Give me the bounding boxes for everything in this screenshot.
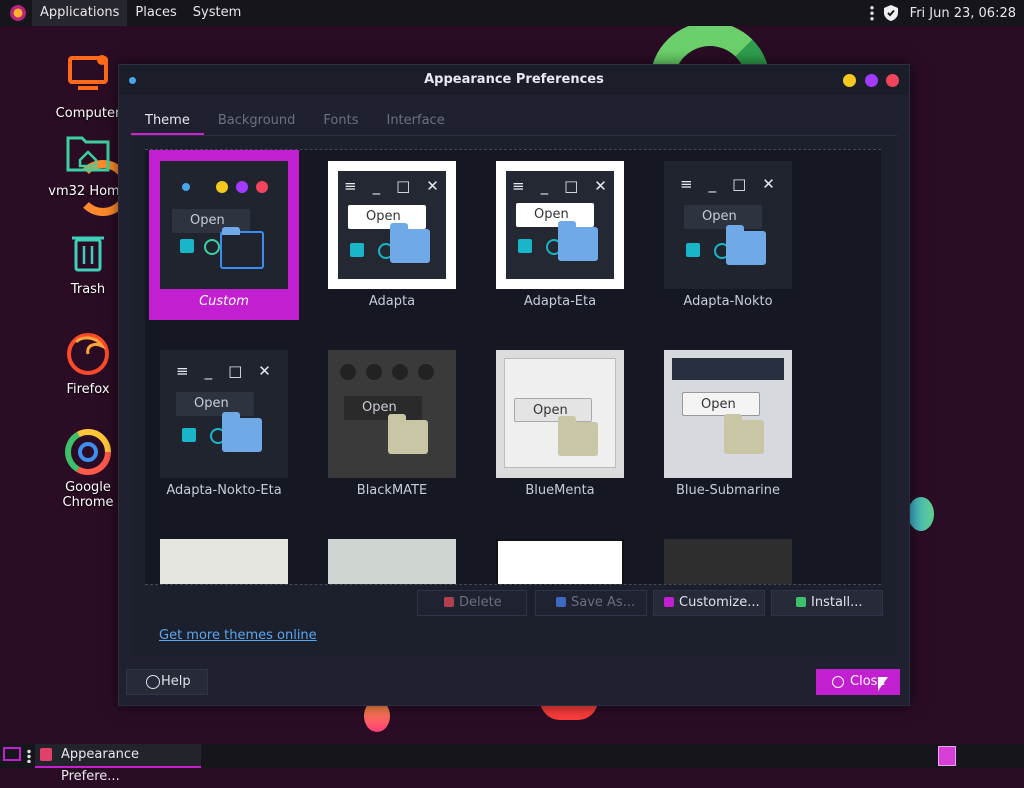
theme-item-blue-submarine[interactable]: Open Blue-Submarine (653, 339, 803, 509)
install-label: Install... (811, 595, 863, 610)
theme-grid: Open Custom ≡ _ □ ✕ Open Adapta ≡ _ □ ✕ … (145, 149, 881, 585)
clock[interactable]: Fri Jun 23, 06:28 (910, 6, 1016, 21)
theme-preview: ≡ _ □ ✕ Open (160, 350, 288, 478)
theme-item-adapta[interactable]: ≡ _ □ ✕ Open Adapta (317, 150, 467, 320)
save-icon (556, 597, 566, 607)
save-as-button[interactable]: Save As... (535, 590, 647, 616)
theme-preview: Open (328, 350, 456, 478)
tab-fonts[interactable]: Fonts (309, 107, 372, 135)
titlebar[interactable]: Appearance Preferences (119, 65, 909, 95)
theme-name: BlueMenta (525, 483, 595, 498)
theme-item-adapta-nokto[interactable]: ≡ _ □ ✕ Open Adapta-Nokto (653, 150, 803, 320)
preview-open-button: Open (682, 392, 760, 416)
preview-open-button: Open (514, 398, 592, 422)
maximize-button[interactable] (865, 74, 878, 87)
show-desktop-button[interactable] (3, 747, 21, 761)
menu-applications[interactable]: Applications (32, 0, 128, 26)
window-close-button[interactable] (886, 74, 899, 87)
theme-preview: ≡ _ □ ✕ Open (328, 161, 456, 289)
desktop-icon-label: Trash (70, 282, 106, 297)
panel-separator-handle[interactable] (869, 5, 874, 21)
wallpaper-egg (908, 497, 934, 531)
help-button[interactable]: Help (126, 669, 208, 695)
delete-label: Delete (459, 595, 502, 610)
appearance-preferences-window: Appearance Preferences Theme Background … (118, 64, 910, 706)
preview-open-button: Open (684, 205, 762, 229)
desktop-icon-label: Firefox (66, 382, 110, 397)
theme-name: Adapta-Nokto (683, 294, 773, 309)
theme-preview (664, 539, 792, 584)
theme-preview: Open (664, 350, 792, 478)
distro-logo-icon[interactable] (8, 3, 28, 23)
tab-background[interactable]: Background (204, 107, 310, 135)
theme-item-adapta-nokto-eta[interactable]: ≡ _ □ ✕ Open Adapta-Nokto-Eta (149, 339, 299, 509)
help-icon (146, 675, 160, 689)
theme-name: Adapta (368, 294, 416, 309)
theme-name: BlackMATE (356, 483, 428, 498)
theme-item-blackmate[interactable]: Open BlackMATE (317, 339, 467, 509)
preview-open-button: Open (344, 396, 422, 420)
theme-actions: Delete Save As... Customize... Install..… (119, 590, 909, 616)
mouse-cursor (878, 677, 888, 691)
theme-name: Custom (199, 294, 249, 309)
theme-name: Adapta-Nokto-Eta (166, 483, 282, 498)
theme-preview (160, 539, 288, 584)
taskbar-item-label: Appearance Prefere... (61, 747, 140, 784)
chrome-icon (64, 428, 112, 476)
bottom-panel: Appearance Prefere... (0, 744, 1024, 784)
workspace-switcher[interactable] (938, 746, 956, 766)
theme-item-adapta-eta[interactable]: ≡ _ □ ✕ Open Adapta-Eta (485, 150, 635, 320)
preview-open-button: Open (348, 205, 426, 229)
customize-label: Customize... (679, 595, 760, 610)
theme-item-custom[interactable]: Open Custom (149, 150, 299, 320)
get-more-themes-link[interactable]: Get more themes online (159, 628, 317, 643)
theme-preview (328, 539, 456, 584)
theme-preview (496, 539, 624, 584)
computer-icon (64, 54, 112, 102)
window-title: Appearance Preferences (424, 72, 604, 87)
minimize-button[interactable] (843, 74, 856, 87)
preview-open-button: Open (176, 392, 254, 416)
shield-icon[interactable] (882, 4, 900, 22)
theme-preview: ≡ _ □ ✕ Open (496, 161, 624, 289)
trash-icon (64, 230, 112, 278)
preview-open-button: Open (516, 203, 594, 227)
save-as-label: Save As... (571, 595, 636, 610)
theme-item-partial[interactable] (653, 528, 803, 584)
tab-theme[interactable]: Theme (131, 107, 204, 135)
menu-places[interactable]: Places (127, 0, 184, 26)
folder-icon (796, 597, 806, 607)
theme-page: Open Custom ≡ _ □ ✕ Open Adapta ≡ _ □ ✕ … (131, 136, 897, 656)
theme-item-bluementa[interactable]: Open BlueMenta (485, 339, 635, 509)
theme-item-partial[interactable] (485, 528, 635, 584)
tab-bar: Theme Background Fonts Interface (131, 107, 459, 135)
theme-item-partial[interactable] (149, 528, 299, 584)
theme-preview: ≡ _ □ ✕ Open (664, 161, 792, 289)
theme-name: Adapta-Eta (523, 294, 597, 309)
taskbar-item-appearance[interactable]: Appearance Prefere... (35, 744, 201, 784)
delete-icon (444, 597, 454, 607)
close-icon (832, 676, 844, 688)
theme-preview: Open (160, 161, 288, 289)
tab-interface[interactable]: Interface (372, 107, 458, 135)
top-panel: Applications Places System Fri Jun 23, 0… (0, 0, 1024, 26)
theme-preview: Open (496, 350, 624, 478)
appearance-app-icon (40, 748, 52, 761)
panel-separator-handle[interactable] (27, 749, 31, 763)
desktop-icon-label: Computer (55, 106, 121, 121)
edit-icon (664, 597, 674, 607)
menu-system[interactable]: System (185, 0, 249, 26)
delete-button[interactable]: Delete (417, 590, 527, 616)
theme-name: Blue-Submarine (675, 483, 781, 498)
firefox-icon (64, 330, 112, 378)
home-folder-icon (64, 132, 112, 180)
theme-item-partial[interactable] (317, 528, 467, 584)
install-button[interactable]: Install... (771, 590, 883, 616)
desktop-icon-label: Google Chrome (62, 480, 114, 510)
desktop-icon-label: vm32 Home (48, 184, 128, 199)
customize-button[interactable]: Customize... (653, 590, 765, 616)
